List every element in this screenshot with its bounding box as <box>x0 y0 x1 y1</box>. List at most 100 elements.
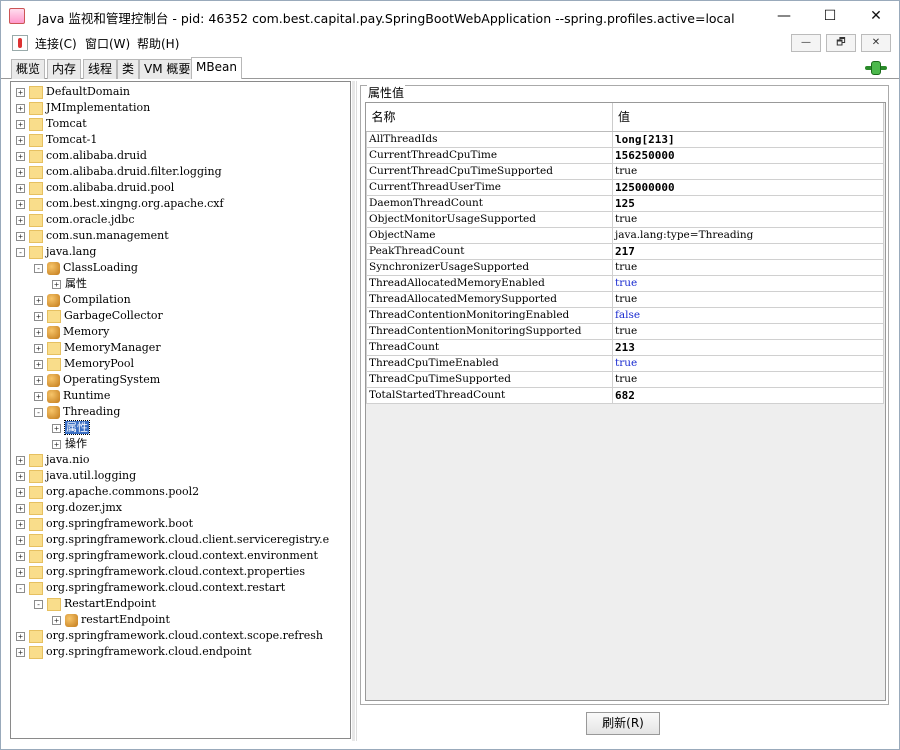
tree-node[interactable]: + Tomcat <box>16 116 87 132</box>
tree-node[interactable]: + org.springframework.boot <box>16 516 193 532</box>
tree-node[interactable]: - RestartEndpoint <box>34 596 156 612</box>
collapse-toggle-icon[interactable]: - <box>34 407 43 417</box>
tree-node[interactable]: + com.alibaba.druid <box>16 148 147 164</box>
attribute-value-cell[interactable]: long[213] <box>612 130 884 148</box>
table-row[interactable]: SynchronizerUsageSupported true <box>366 258 884 276</box>
tree-node[interactable]: + com.alibaba.druid.filter.logging <box>16 164 222 180</box>
expand-toggle-icon[interactable]: + <box>16 487 25 497</box>
table-row[interactable]: ThreadContentionMonitoringSupported true <box>366 322 884 340</box>
expand-toggle-icon[interactable]: + <box>16 647 25 657</box>
tree-node[interactable]: + 属性 <box>52 420 90 436</box>
expand-toggle-icon[interactable]: + <box>34 311 43 321</box>
tree-node[interactable]: + org.springframework.cloud.context.scope… <box>16 628 323 644</box>
collapse-toggle-icon[interactable]: - <box>34 263 43 273</box>
attribute-value-cell[interactable]: true <box>612 210 884 228</box>
expand-toggle-icon[interactable]: + <box>16 551 25 561</box>
expand-toggle-icon[interactable]: + <box>34 359 43 369</box>
refresh-button[interactable]: 刷新(R) <box>586 712 660 735</box>
expand-toggle-icon[interactable]: + <box>34 391 43 401</box>
column-header-name[interactable]: 名称 <box>366 103 613 132</box>
tree-node[interactable]: + java.nio <box>16 452 89 468</box>
tree-node[interactable]: + com.alibaba.druid.pool <box>16 180 174 196</box>
attribute-value-cell[interactable]: true <box>612 274 884 292</box>
internal-close-button[interactable]: ✕ <box>861 34 891 52</box>
tree-node[interactable]: + JMImplementation <box>16 100 150 116</box>
attribute-value-cell[interactable]: true <box>612 258 884 276</box>
tree-node[interactable]: + java.util.logging <box>16 468 136 484</box>
tree-node[interactable]: + Runtime <box>34 388 110 404</box>
tree-node[interactable]: + org.dozer.jmx <box>16 500 122 516</box>
expand-toggle-icon[interactable]: + <box>52 423 61 433</box>
attribute-value-cell[interactable]: 682 <box>612 386 884 404</box>
attribute-value-cell[interactable]: 217 <box>612 242 884 260</box>
tree-node[interactable]: + org.springframework.cloud.context.prope… <box>16 564 305 580</box>
table-row[interactable]: ThreadCpuTimeEnabled true <box>366 354 884 372</box>
tree-node[interactable]: + com.oracle.jdbc <box>16 212 135 228</box>
expand-toggle-icon[interactable]: + <box>16 87 25 97</box>
expand-toggle-icon[interactable]: + <box>16 231 25 241</box>
tree-node[interactable]: + MemoryManager <box>34 340 161 356</box>
minimize-button[interactable]: — <box>761 1 807 32</box>
tree-node[interactable]: + OperatingSystem <box>34 372 160 388</box>
tree-node[interactable]: + com.sun.management <box>16 228 169 244</box>
expand-toggle-icon[interactable]: + <box>34 295 43 305</box>
attribute-value-cell[interactable]: true <box>612 370 884 388</box>
tree-node[interactable]: + org.springframework.cloud.client.servic… <box>16 532 329 548</box>
attribute-value-cell[interactable]: false <box>612 306 884 324</box>
collapse-toggle-icon[interactable]: - <box>34 599 43 609</box>
expand-toggle-icon[interactable]: + <box>16 183 25 193</box>
tree-node[interactable]: + GarbageCollector <box>34 308 163 324</box>
maximize-button[interactable]: ☐ <box>807 1 853 32</box>
tree-node[interactable]: + 操作 <box>52 436 87 452</box>
expand-toggle-icon[interactable]: + <box>16 199 25 209</box>
tab-vm-summary[interactable]: VM 概要 <box>139 59 196 79</box>
expand-toggle-icon[interactable]: + <box>52 279 61 289</box>
tree-node[interactable]: + com.best.xingng.org.apache.cxf <box>16 196 224 212</box>
tab-classes[interactable]: 类 <box>117 59 140 79</box>
menu-window[interactable]: 窗口(W) <box>85 35 130 52</box>
split-pane-divider[interactable] <box>352 81 355 741</box>
expand-toggle-icon[interactable]: + <box>52 439 61 449</box>
expand-toggle-icon[interactable]: + <box>16 519 25 529</box>
expand-toggle-icon[interactable]: + <box>16 567 25 577</box>
tree-node[interactable]: + org.springframework.cloud.endpoint <box>16 644 252 660</box>
table-row[interactable]: ThreadContentionMonitoringEnabled false <box>366 306 884 324</box>
table-row[interactable]: ObjectMonitorUsageSupported true <box>366 210 884 228</box>
table-row[interactable]: CurrentThreadCpuTime 156250000 <box>366 146 884 164</box>
menu-connection[interactable]: 连接(C) <box>35 35 77 52</box>
tree-node[interactable]: + Tomcat-1 <box>16 132 97 148</box>
table-row[interactable]: DaemonThreadCount 125 <box>366 194 884 212</box>
expand-toggle-icon[interactable]: + <box>16 135 25 145</box>
expand-toggle-icon[interactable]: + <box>34 327 43 337</box>
expand-toggle-icon[interactable]: + <box>34 343 43 353</box>
expand-toggle-icon[interactable]: + <box>16 119 25 129</box>
tab-mbean[interactable]: MBean <box>191 57 242 79</box>
collapse-toggle-icon[interactable]: - <box>16 583 25 593</box>
tree-node[interactable]: + 属性 <box>52 276 87 292</box>
attribute-value-cell[interactable]: 156250000 <box>612 146 884 164</box>
expand-toggle-icon[interactable]: + <box>16 103 25 113</box>
expand-toggle-icon[interactable]: + <box>52 615 61 625</box>
attribute-value-cell[interactable]: java.lang:type=Threading <box>612 226 884 244</box>
table-row[interactable]: ThreadCount 213 <box>366 338 884 356</box>
table-row[interactable]: ThreadCpuTimeSupported true <box>366 370 884 388</box>
tree-node[interactable]: - ClassLoading <box>34 260 138 276</box>
expand-toggle-icon[interactable]: + <box>16 215 25 225</box>
expand-toggle-icon[interactable]: + <box>16 455 25 465</box>
expand-toggle-icon[interactable]: + <box>16 631 25 641</box>
internal-restore-button[interactable]: 🗗 <box>826 34 856 52</box>
attribute-value-cell[interactable]: 213 <box>612 338 884 356</box>
attribute-value-cell[interactable]: 125000000 <box>612 178 884 196</box>
tree-node[interactable]: - Threading <box>34 404 120 420</box>
attribute-value-cell[interactable]: true <box>612 354 884 372</box>
internal-minimize-button[interactable]: — <box>791 34 821 52</box>
tree-node[interactable]: + Memory <box>34 324 109 340</box>
attribute-value-cell[interactable]: 125 <box>612 194 884 212</box>
tab-memory[interactable]: 内存 <box>47 59 82 79</box>
tree-node[interactable]: + org.apache.commons.pool2 <box>16 484 199 500</box>
tree-node[interactable]: + MemoryPool <box>34 356 134 372</box>
expand-toggle-icon[interactable]: + <box>34 375 43 385</box>
expand-toggle-icon[interactable]: + <box>16 503 25 513</box>
menu-help[interactable]: 帮助(H) <box>137 35 179 52</box>
tree-node[interactable]: + DefaultDomain <box>16 84 130 100</box>
